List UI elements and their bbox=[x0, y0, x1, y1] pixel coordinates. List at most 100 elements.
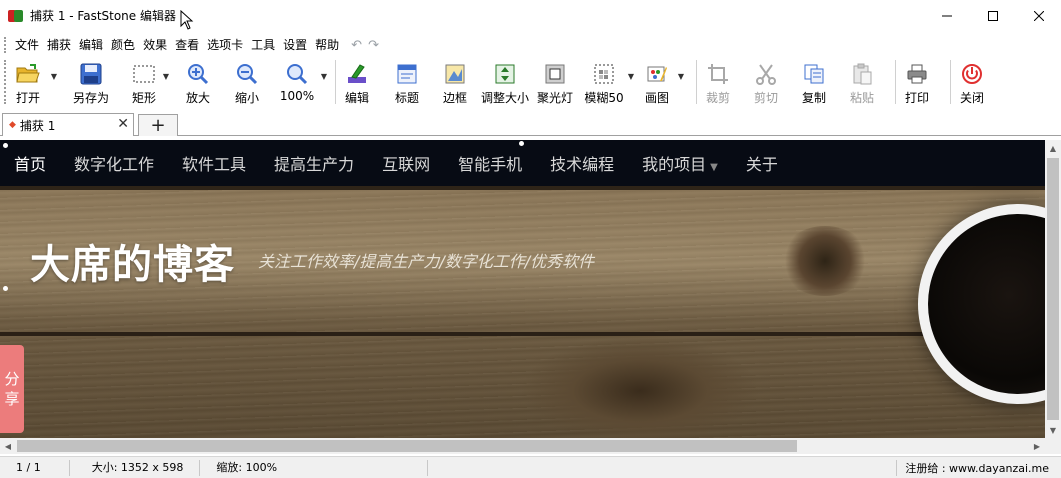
selection-handle[interactable] bbox=[3, 143, 8, 148]
menu-help[interactable]: 帮助 bbox=[311, 35, 343, 55]
zoom-100-button[interactable]: 100% ▼ bbox=[279, 58, 327, 106]
rectangle-select-button[interactable]: 矩形 ▼ bbox=[129, 58, 169, 106]
redo-icon[interactable]: ↷ bbox=[368, 38, 379, 53]
tab-label: 捕获 1 bbox=[19, 118, 56, 133]
save-as-label: 另存为 bbox=[72, 91, 109, 105]
maximize-button[interactable] bbox=[970, 0, 1016, 31]
menu-file[interactable]: 文件 bbox=[11, 35, 43, 55]
copy-label: 复制 bbox=[801, 91, 826, 105]
folder-open-icon bbox=[16, 62, 40, 86]
scroll-right-icon[interactable]: ▶ bbox=[1029, 438, 1045, 454]
selection-handle[interactable] bbox=[3, 286, 8, 291]
scroll-up-icon[interactable]: ▲ bbox=[1045, 140, 1061, 156]
horizontal-scrollbar[interactable]: ◀ ▶ bbox=[0, 438, 1045, 454]
menu-effects[interactable]: 效果 bbox=[139, 35, 171, 55]
paste-button[interactable]: 粘贴 bbox=[847, 58, 877, 106]
draw-dropdown-icon[interactable]: ▼ bbox=[678, 72, 684, 81]
zoom-out-label: 缩小 bbox=[234, 91, 259, 105]
scroll-left-icon[interactable]: ◀ bbox=[0, 438, 16, 454]
border-button[interactable]: 边框 bbox=[440, 58, 470, 106]
close-window-button[interactable] bbox=[1016, 0, 1061, 31]
palette-icon bbox=[645, 62, 669, 86]
spotlight-button[interactable]: 聚光灯 bbox=[536, 58, 574, 106]
menu-edit[interactable]: 编辑 bbox=[75, 35, 107, 55]
open-dropdown-icon[interactable]: ▼ bbox=[51, 72, 57, 81]
caret-down-icon: ▼ bbox=[710, 162, 718, 173]
minimize-button[interactable] bbox=[924, 0, 970, 31]
tab-diamond-icon: ◆ bbox=[9, 120, 16, 130]
status-page: 1 / 1 bbox=[0, 459, 70, 476]
scroll-down-icon[interactable]: ▼ bbox=[1045, 422, 1061, 438]
window-title: 捕获 1 - FastStone 编辑器 bbox=[30, 9, 176, 23]
menu-view[interactable]: 查看 bbox=[171, 35, 203, 55]
menu-tabs[interactable]: 选项卡 bbox=[203, 35, 247, 55]
blur-icon bbox=[592, 62, 616, 86]
menu-settings[interactable]: 设置 bbox=[279, 35, 311, 55]
open-button[interactable]: 打开 ▼ bbox=[11, 58, 57, 106]
print-label: 打印 bbox=[904, 91, 929, 105]
zoom-out-button[interactable]: 缩小 bbox=[230, 58, 264, 106]
nav-home: 首页 bbox=[14, 155, 47, 174]
wood-knot bbox=[520, 336, 760, 438]
mouse-cursor-icon bbox=[180, 10, 194, 30]
dashed-rectangle-icon bbox=[132, 62, 156, 86]
draw-button[interactable]: 画图 ▼ bbox=[642, 58, 684, 106]
zoom-in-label: 放大 bbox=[185, 91, 210, 105]
copy-icon bbox=[802, 62, 826, 86]
title-bar: 捕获 1 - FastStone 编辑器 bbox=[0, 0, 1061, 31]
border-label: 边框 bbox=[442, 91, 467, 105]
tab-close-icon[interactable]: ✕ bbox=[117, 116, 129, 132]
save-as-button[interactable]: 另存为 bbox=[71, 58, 111, 106]
blur-dropdown-icon[interactable]: ▼ bbox=[628, 72, 634, 81]
blog-subtitle: 关注工作效率/提高生产力/数字化工作/优秀软件 bbox=[258, 252, 595, 271]
selection-handle[interactable] bbox=[519, 141, 524, 146]
status-zoom: 缩放: 100% bbox=[200, 459, 429, 476]
tab-capture-1[interactable]: ◆ 捕获 1 ✕ bbox=[2, 113, 134, 136]
status-bar: 1 / 1 大小: 1352 x 598 缩放: 100% 注册给 : www.… bbox=[0, 456, 1061, 478]
edit-label: 编辑 bbox=[344, 91, 369, 105]
caption-button[interactable]: 标题 bbox=[392, 58, 422, 106]
zoom-in-button[interactable]: 放大 bbox=[181, 58, 215, 106]
wood-plank-seam bbox=[0, 186, 1045, 190]
save-icon bbox=[79, 62, 103, 86]
print-button[interactable]: 打印 bbox=[902, 58, 932, 106]
scissors-icon bbox=[754, 62, 778, 86]
menu-tools[interactable]: 工具 bbox=[247, 35, 279, 55]
coffee-surface bbox=[928, 214, 1045, 394]
blog-title: 大席的博客 bbox=[30, 242, 235, 288]
blur-button[interactable]: 模糊50 ▼ bbox=[584, 58, 634, 106]
zoom-in-icon bbox=[186, 62, 210, 86]
nav-digital-work: 数字化工作 bbox=[74, 155, 155, 174]
zoom-out-icon bbox=[235, 62, 259, 86]
zoom-level-label: 100% bbox=[279, 89, 315, 103]
clipboard-icon bbox=[850, 62, 874, 86]
new-tab-button[interactable]: + bbox=[138, 114, 178, 136]
captured-site-navbar: 首页 数字化工作 软件工具 提高生产力 互联网 智能手机 技术编程 我的项目 ▼ … bbox=[0, 140, 1045, 186]
vertical-scrollbar[interactable]: ▲ ▼ bbox=[1045, 140, 1061, 438]
vertical-scroll-thumb[interactable] bbox=[1047, 158, 1059, 420]
toolbar-separator bbox=[950, 60, 951, 104]
image-canvas[interactable]: 首页 数字化工作 软件工具 提高生产力 互联网 智能手机 技术编程 我的项目 ▼ … bbox=[0, 140, 1045, 438]
status-image-size: 大小: 1352 x 598 bbox=[70, 459, 201, 476]
copy-button[interactable]: 复制 bbox=[799, 58, 829, 106]
crop-button[interactable]: 裁剪 bbox=[703, 58, 733, 106]
crop-icon bbox=[706, 62, 730, 86]
nav-about: 关于 bbox=[745, 155, 778, 174]
menu-color[interactable]: 颜色 bbox=[107, 35, 139, 55]
undo-icon[interactable]: ↶ bbox=[351, 38, 362, 53]
nav-productivity: 提高生产力 bbox=[274, 155, 355, 174]
toolbar-separator bbox=[335, 60, 336, 104]
document-tab-strip: ◆ 捕获 1 ✕ + bbox=[0, 111, 1061, 136]
zoom-dropdown-icon[interactable]: ▼ bbox=[321, 72, 327, 81]
horizontal-scroll-thumb[interactable] bbox=[17, 440, 797, 452]
close-button[interactable]: 关闭 bbox=[957, 58, 987, 106]
status-spacer bbox=[428, 459, 898, 476]
resize-button[interactable]: 调整大小 bbox=[480, 58, 530, 106]
rectangle-dropdown-icon[interactable]: ▼ bbox=[163, 72, 169, 81]
edit-button[interactable]: 编辑 bbox=[342, 58, 372, 106]
draw-label: 画图 bbox=[644, 91, 669, 105]
cut-button[interactable]: 剪切 bbox=[751, 58, 781, 106]
status-registered: 注册给 : www.dayanzai.me bbox=[905, 461, 1049, 475]
scroll-corner bbox=[1045, 438, 1061, 454]
menu-capture[interactable]: 捕获 bbox=[43, 35, 75, 55]
